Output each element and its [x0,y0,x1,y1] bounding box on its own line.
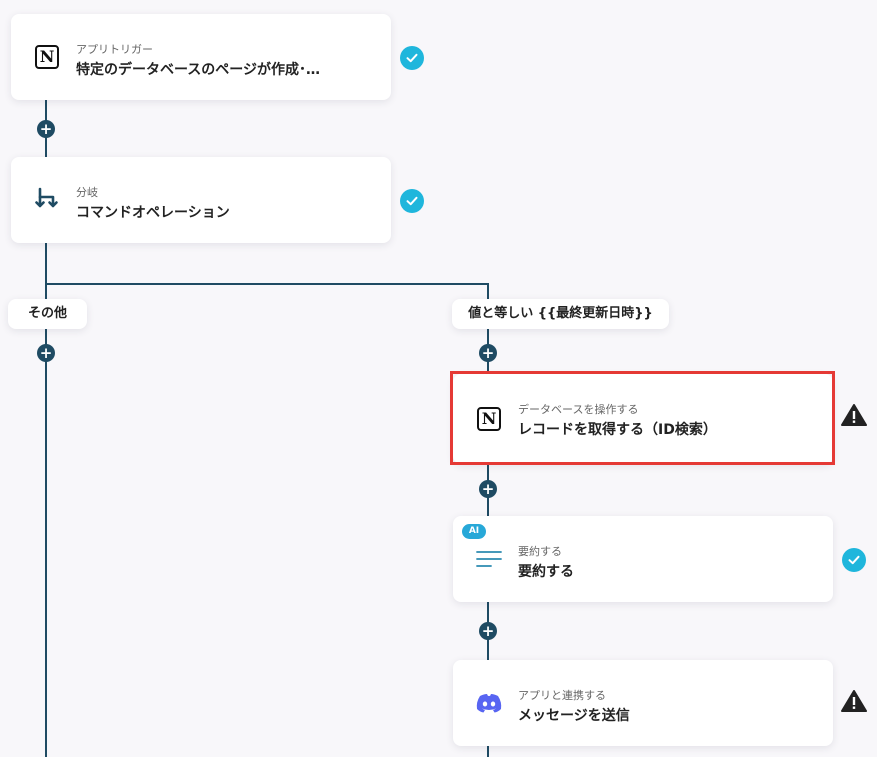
branch-node[interactable]: 分岐 コマンドオペレーション [11,157,391,243]
branch-split-line [45,283,489,285]
check-icon [400,46,424,70]
warning-icon [841,404,867,426]
warning-icon [841,690,867,712]
trigger-node[interactable]: N アプリトリガー 特定のデータベースのページが作成･… [11,14,391,100]
add-step-button[interactable]: + [37,120,55,138]
add-step-button[interactable]: + [479,622,497,640]
node-subtitle: 要約する [518,545,562,558]
discord-node[interactable]: アプリと連携する メッセージを送信 [453,660,833,746]
node-title: コマンドオペレーション [76,205,230,221]
node-title: 特定のデータベースのページが作成･… [76,62,321,78]
node-subtitle: アプリと連携する [518,689,606,702]
node-title: 要約する [518,564,574,580]
selection-highlight [450,371,835,465]
branch-label-condition[interactable]: 値と等しい {{最終更新日時}} [452,299,669,329]
check-icon [842,548,866,572]
discord-icon [473,687,505,719]
ai-badge: AI [462,524,486,539]
workflow-canvas: N アプリトリガー 特定のデータベースのページが作成･… + 分岐 コマンドオペ… [0,0,877,757]
branch-icon [31,184,63,216]
check-icon [400,189,424,213]
add-step-button[interactable]: + [479,480,497,498]
node-title: メッセージを送信 [518,708,630,724]
add-step-button[interactable]: + [479,344,497,362]
branch-label-other[interactable]: その他 [8,299,87,329]
node-subtitle: 分岐 [76,186,98,199]
node-subtitle: アプリトリガー [76,43,153,56]
summarize-node[interactable]: 要約する 要約する [453,516,833,602]
add-step-button[interactable]: + [37,344,55,362]
notion-icon: N [31,41,63,73]
summary-lines-icon [473,543,505,575]
